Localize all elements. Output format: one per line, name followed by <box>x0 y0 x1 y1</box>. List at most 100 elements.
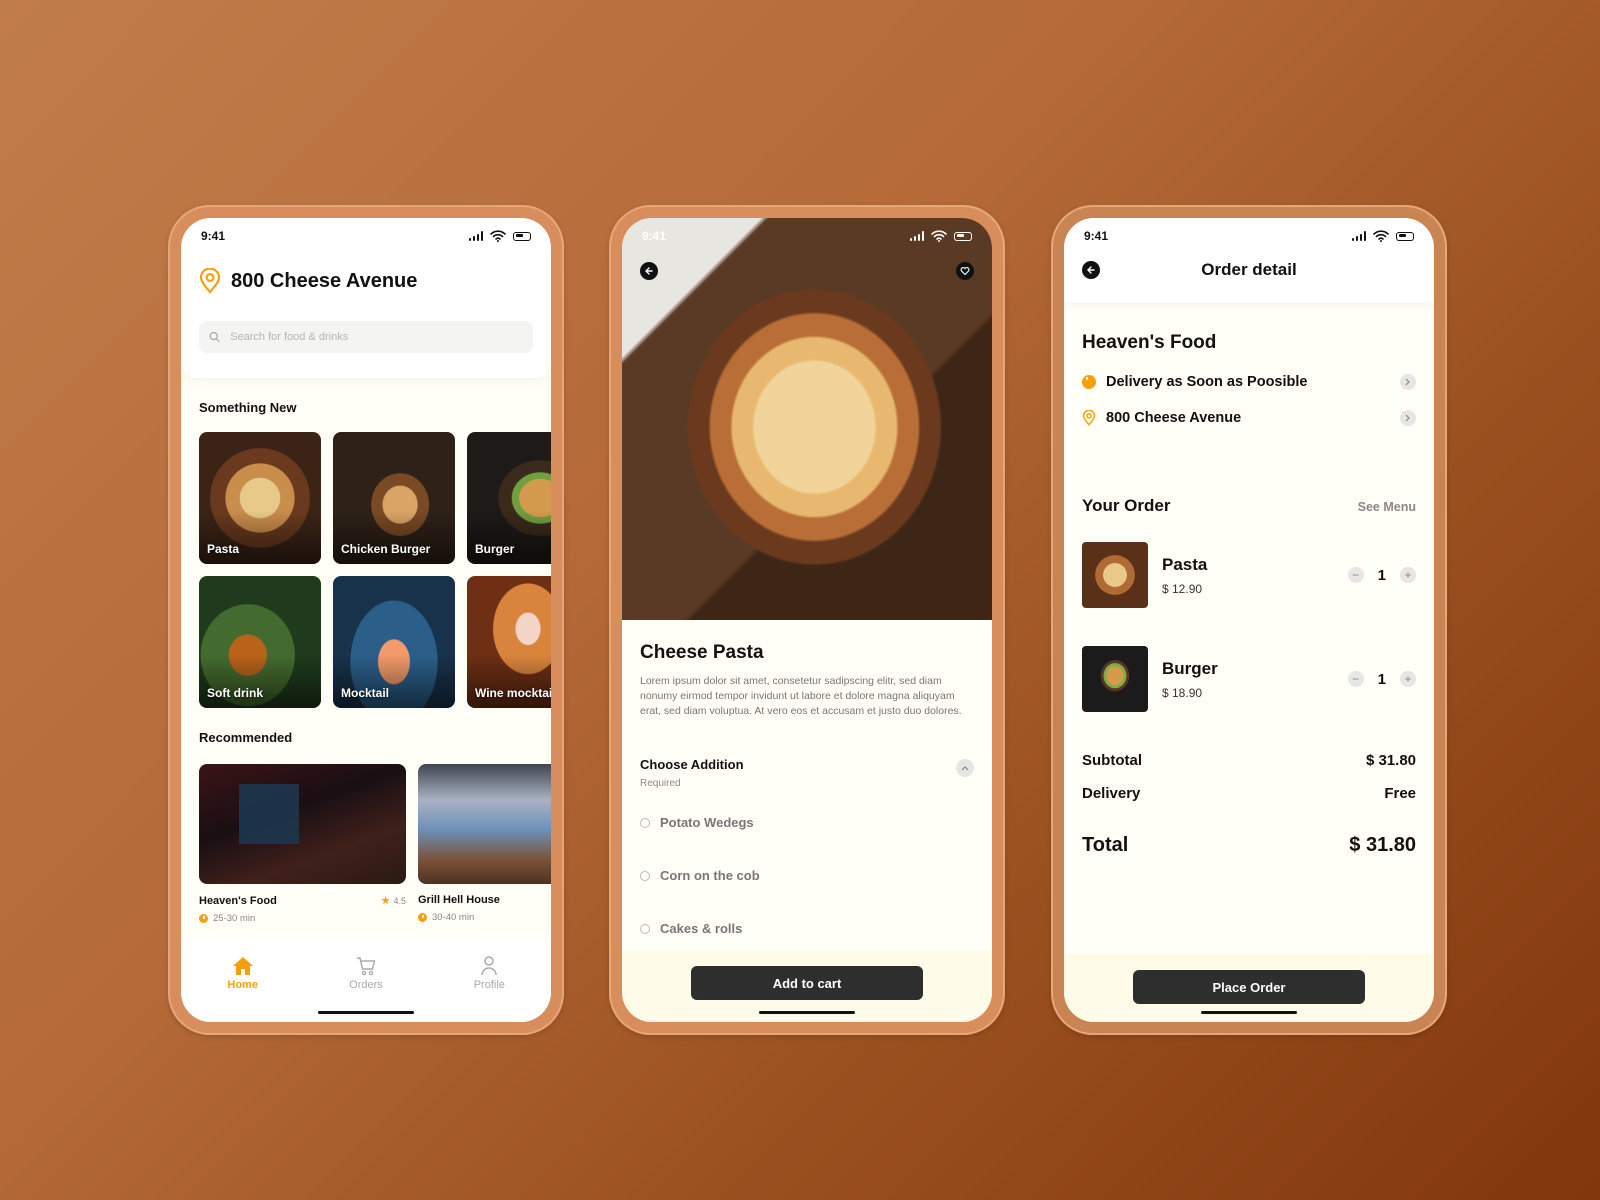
restaurant-duration: 25-30 min <box>213 913 256 924</box>
delivery-value: Free <box>1384 785 1416 802</box>
total-label: Total <box>1082 834 1129 856</box>
category-label: Burger <box>475 542 515 556</box>
item-name: Burger <box>1162 658 1218 678</box>
recommended-title: Recommended <box>199 730 293 745</box>
addition-section-header[interactable]: Choose Addition Required <box>640 757 974 789</box>
home-indicator <box>318 1011 414 1014</box>
item-price: $ 12.90 <box>1162 581 1203 596</box>
back-button[interactable] <box>1082 261 1100 279</box>
order-body: Heaven's Food Delivery as Soon as Poosib… <box>1082 302 1416 857</box>
restaurant-rating: ★ 4.5 <box>380 895 406 907</box>
product-screen: 9:41 Cheese Pasta Lorem ipsum dolor sit … <box>622 218 992 1022</box>
tab-label: Home <box>227 979 258 991</box>
product-description: Lorem ipsum dolor sit amet, consetetur s… <box>640 675 962 717</box>
category-card-pasta[interactable]: Pasta <box>199 432 321 564</box>
location-header[interactable]: 800 Cheese Avenue <box>199 268 417 294</box>
quantity-stepper: − 1 + <box>1347 670 1416 688</box>
chevron-right-icon <box>1400 410 1416 426</box>
category-label: Mocktail <box>341 686 390 700</box>
order-screen: Order detail 9:41 Heaven's Food Delivery… <box>1064 218 1434 1022</box>
battery-icon <box>1396 231 1414 241</box>
category-card-chicken-burger[interactable]: Chicken Burger <box>333 432 455 564</box>
location-title: 800 Cheese Avenue <box>231 269 418 292</box>
status-time: 9:41 <box>642 229 667 243</box>
tab-profile[interactable]: Profile <box>449 956 529 1022</box>
category-card-wine-mocktail[interactable]: Wine mocktail <box>467 576 551 708</box>
restaurant-name: Grill Hell House <box>418 894 500 906</box>
phone-product: 9:41 Cheese Pasta Lorem ipsum dolor sit … <box>609 205 1005 1035</box>
quantity-stepper: − 1 + <box>1347 566 1416 584</box>
battery-icon <box>513 231 531 241</box>
restaurant-card[interactable]: Grill Hell House 30-40 min <box>418 764 551 924</box>
cart-icon <box>356 957 376 976</box>
wifi-icon <box>931 230 947 242</box>
tab-label: Orders <box>349 979 383 991</box>
decrement-button[interactable]: − <box>1347 671 1364 687</box>
subtotal-value: $ 31.80 <box>1365 752 1416 769</box>
category-label: Chicken Burger <box>341 542 431 556</box>
tab-bar: Home Orders Profile <box>181 938 551 1022</box>
clock-icon <box>418 913 427 922</box>
restaurant-card[interactable]: Heaven's Food ★ 4.5 25-30 min <box>199 764 406 924</box>
item-price: $ 18.90 <box>1162 685 1203 700</box>
product-hero-image <box>622 218 992 620</box>
increment-button[interactable]: + <box>1400 567 1416 583</box>
clock-icon <box>199 914 208 923</box>
favorite-button[interactable] <box>956 262 974 280</box>
category-label: Wine mocktail <box>475 686 551 700</box>
product-title: Cheese Pasta <box>640 642 764 663</box>
decrement-button[interactable]: − <box>1347 567 1364 583</box>
search-icon <box>209 331 220 343</box>
collapse-button[interactable] <box>956 759 974 777</box>
star-icon: ★ <box>380 895 391 907</box>
wifi-icon <box>1373 230 1389 242</box>
addition-options: Potato Wedegs Corn on the cob Cakes & ro… <box>640 815 974 936</box>
battery-icon <box>954 231 972 241</box>
category-card-burger[interactable]: Burger <box>467 432 551 564</box>
place-order-button[interactable]: Place Order <box>1133 970 1365 1004</box>
search-bar[interactable] <box>199 321 533 353</box>
radio-button[interactable] <box>640 923 650 934</box>
order-item: Burger $ 18.90 − 1 + <box>1082 646 1416 712</box>
status-time: 9:41 <box>1084 229 1109 243</box>
restaurant-image <box>199 764 406 884</box>
subtotal-label: Subtotal <box>1082 752 1142 769</box>
radio-button[interactable] <box>640 817 650 828</box>
addition-option[interactable]: Potato Wedegs <box>640 815 974 830</box>
arrow-left-icon <box>1087 266 1095 274</box>
clock-icon <box>1082 375 1096 389</box>
addition-option[interactable]: Cakes & rolls <box>640 921 974 936</box>
tab-home[interactable]: Home <box>203 956 283 1022</box>
increment-button[interactable]: + <box>1400 671 1416 687</box>
status-bar: 9:41 <box>1064 218 1434 254</box>
delivery-label: Delivery <box>1082 785 1141 802</box>
addition-required: Required <box>640 778 681 789</box>
addition-option[interactable]: Corn on the cob <box>640 868 974 883</box>
add-to-cart-button[interactable]: Add to cart <box>691 966 923 1000</box>
signal-icon <box>468 231 483 241</box>
item-thumbnail <box>1082 542 1148 608</box>
phone-order: Order detail 9:41 Heaven's Food Delivery… <box>1051 205 1447 1035</box>
restaurant-name: Heaven's Food <box>1082 332 1217 353</box>
status-bar: 9:41 <box>622 218 992 254</box>
total-value: $ 31.80 <box>1349 834 1416 856</box>
category-label: Pasta <box>207 542 240 556</box>
home-icon <box>232 957 253 975</box>
order-summary: Subtotal $ 31.80 Delivery Free Total $ 31.8… <box>1082 752 1416 857</box>
user-icon <box>481 956 498 976</box>
status-bar: 9:41 <box>181 218 551 254</box>
see-menu-link[interactable]: See Menu <box>1358 500 1416 514</box>
location-pin-icon <box>1082 410 1096 426</box>
radio-button[interactable] <box>640 870 650 881</box>
delivery-time-row[interactable]: Delivery as Soon as Poosible <box>1082 374 1416 390</box>
category-card-soft-drink[interactable]: Soft drink <box>199 576 321 708</box>
your-order-title: Your Order <box>1082 496 1171 515</box>
address-row[interactable]: 800 Cheese Avenue <box>1082 410 1416 426</box>
quantity-value: 1 <box>1377 566 1386 584</box>
chevron-up-icon <box>961 766 969 771</box>
search-input[interactable] <box>230 331 523 343</box>
category-card-mocktail[interactable]: Mocktail <box>333 576 455 708</box>
order-item: Pasta $ 12.90 − 1 + <box>1082 542 1416 608</box>
quantity-value: 1 <box>1377 670 1386 688</box>
back-button[interactable] <box>640 262 658 280</box>
